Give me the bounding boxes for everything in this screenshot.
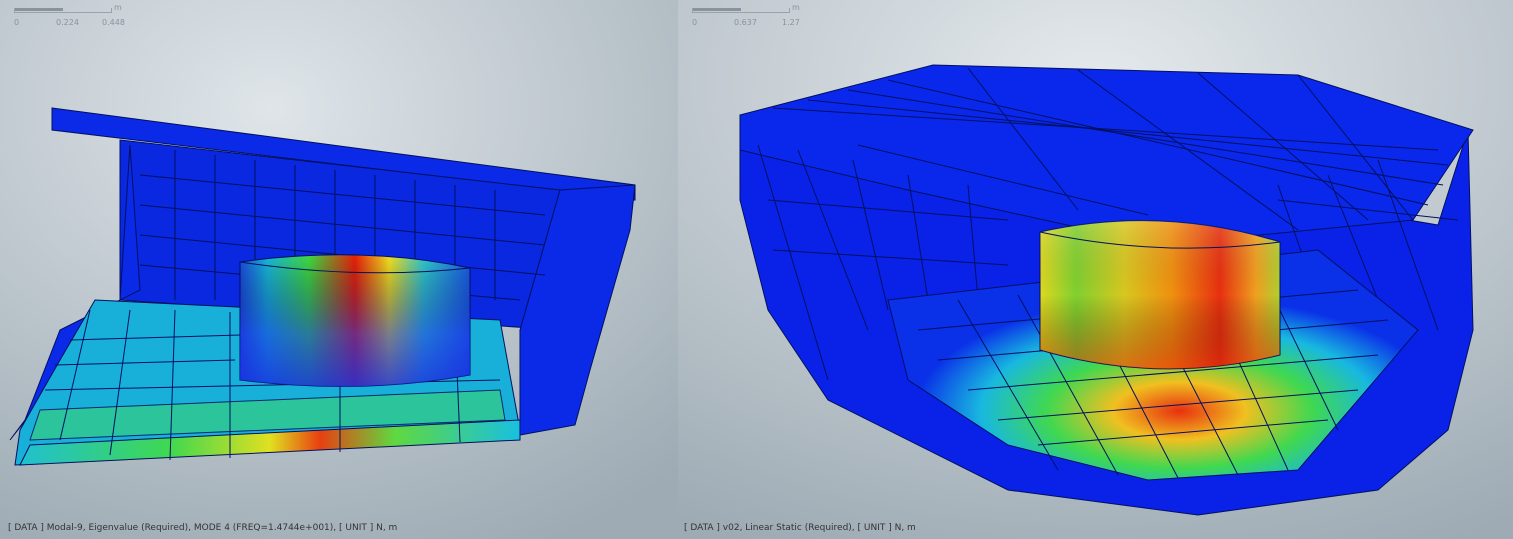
left-viewport[interactable]: m 0 0.224 0.448 [ DATA ] Modal-9, Eigenv… (0, 0, 678, 539)
left-model-render (0, 0, 678, 539)
scale-unit: m (792, 3, 800, 12)
scale-unit: m (114, 3, 122, 12)
scale-tick-label: 1.27 (782, 18, 800, 27)
scale-tick-label: 0.224 (56, 18, 79, 27)
scale-tick-label: 0.448 (102, 18, 125, 27)
scale-tick-label: 0 (14, 18, 20, 27)
right-model-render (678, 0, 1513, 539)
scale-bar-graphic (14, 8, 112, 13)
scale-bar-graphic (692, 8, 790, 13)
status-text: [ DATA ] v02, Linear Static (Required), … (684, 523, 916, 533)
status-text: [ DATA ] Modal-9, Eigenvalue (Required),… (8, 523, 398, 533)
scale-tick-label: 0.637 (734, 18, 757, 27)
scale-tick-label: 0 (692, 18, 698, 27)
right-viewport[interactable]: m 0 0.637 1.27 [ DATA ] v02, Linear Stat… (678, 0, 1513, 539)
